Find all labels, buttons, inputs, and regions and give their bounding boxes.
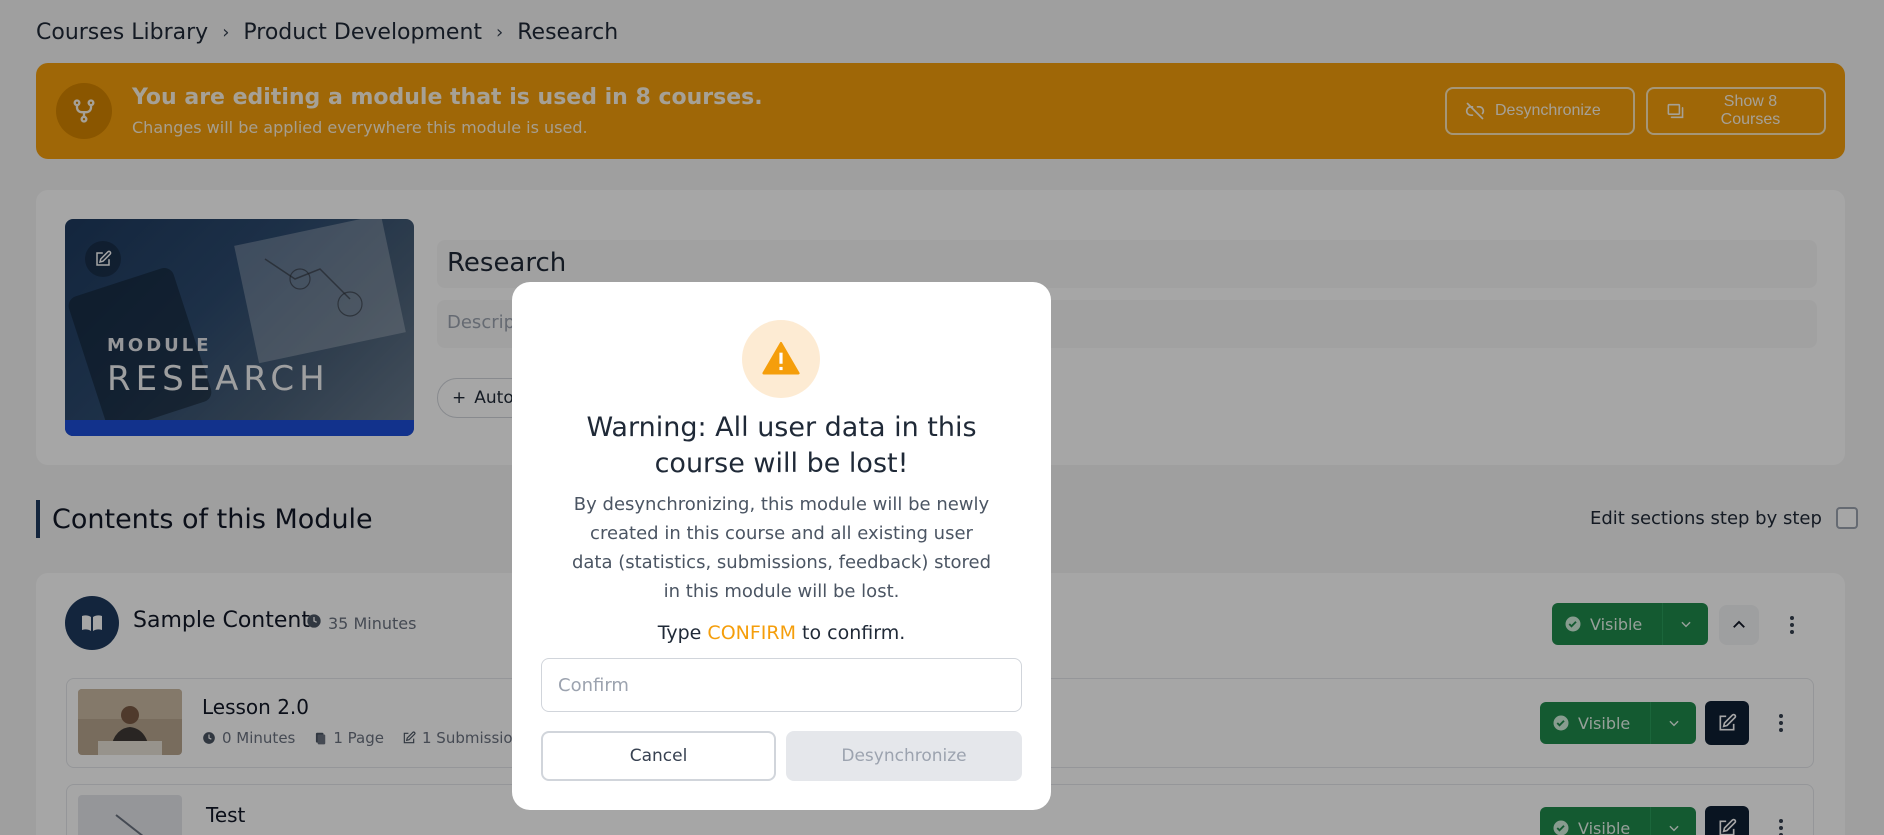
- confirm-input[interactable]: [541, 658, 1022, 712]
- page: Courses Library › Product Development › …: [0, 0, 1884, 835]
- confirm-keyword: CONFIRM: [707, 622, 796, 644]
- cancel-button[interactable]: Cancel: [541, 731, 776, 781]
- dialog-body: By desynchronizing, this module will be …: [571, 494, 992, 602]
- confirm-hint-suffix: to confirm.: [795, 622, 906, 644]
- desynchronize-button[interactable]: Desynchronize: [786, 731, 1022, 781]
- confirm-hint-prefix: Type: [657, 622, 708, 644]
- confirm-hint: Type CONFIRM to confirm.: [552, 622, 1011, 644]
- warning-icon: [742, 320, 820, 398]
- desynchronize-dialog: Warning: All user data in this course wi…: [512, 282, 1051, 810]
- dialog-title: Warning: All user data in this course wi…: [586, 412, 977, 479]
